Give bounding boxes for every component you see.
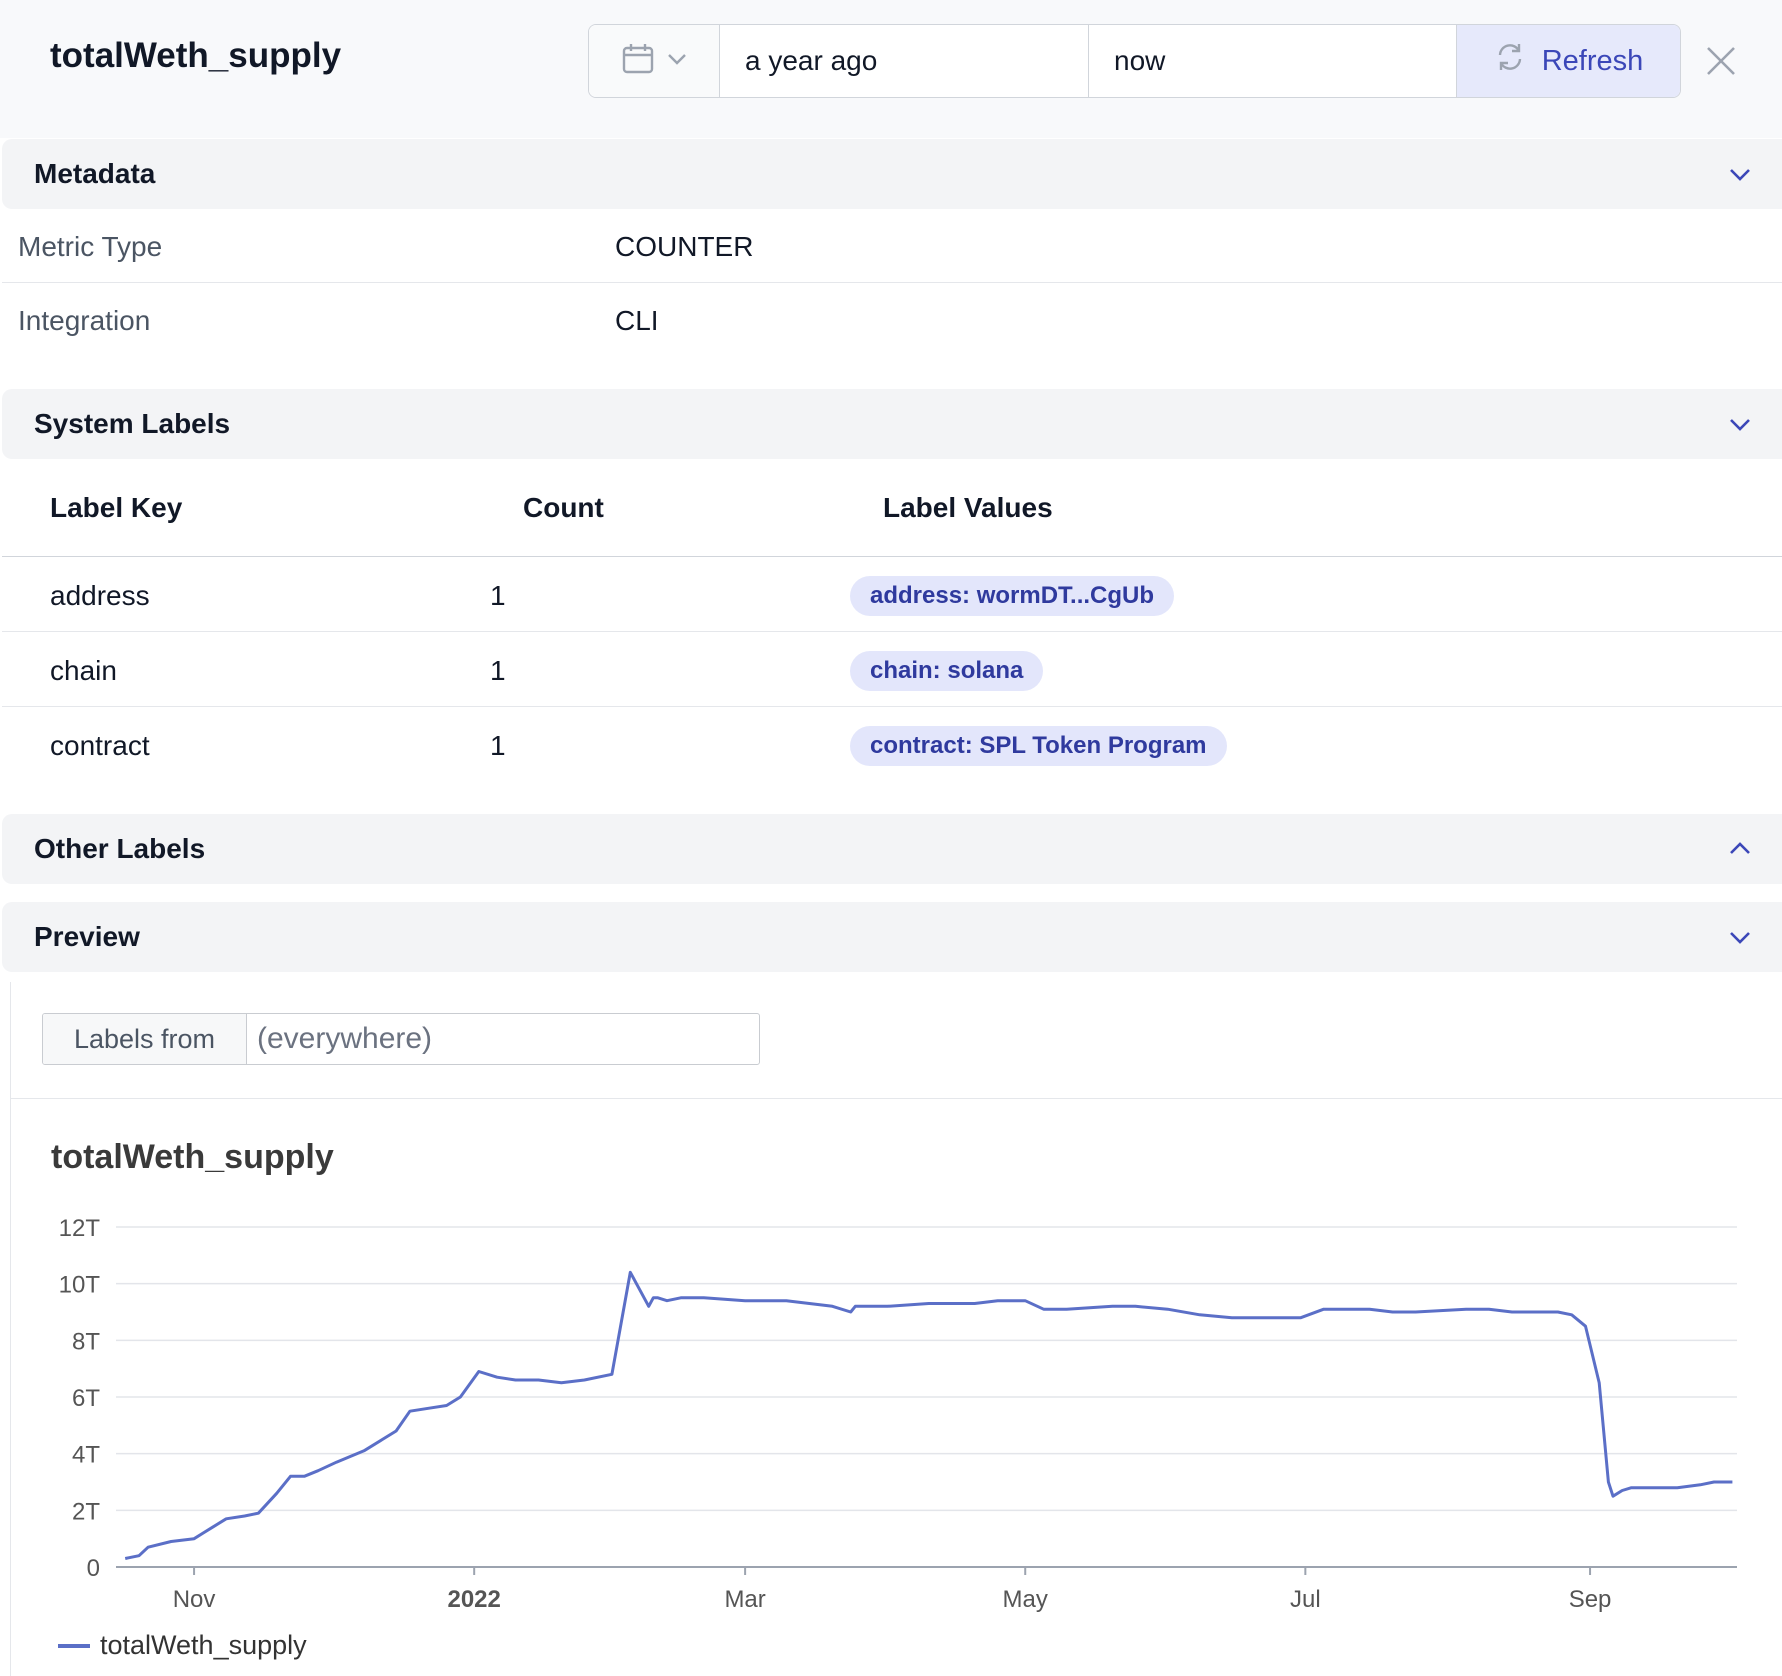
y-tick-label: 10T (59, 1272, 101, 1299)
metadata-key: Integration (18, 305, 151, 336)
labels-from-filter: Labels from (everywhere) (42, 1013, 760, 1065)
label-key-cell: address (50, 580, 150, 611)
metadata-row: Integration CLI (2, 285, 1782, 357)
chevron-down-icon (667, 52, 687, 71)
preview-section-header[interactable]: Preview (2, 902, 1782, 972)
metadata-row: Metric Type COUNTER (2, 211, 1782, 283)
chevron-down-icon (1728, 924, 1752, 956)
system-labels-section-header[interactable]: System Labels (2, 389, 1782, 459)
chevron-down-icon (1728, 411, 1752, 443)
labels-from-label: Labels from (43, 1014, 247, 1064)
metadata-value: COUNTER (615, 231, 754, 262)
row-divider (2, 631, 1782, 632)
y-tick-label: 6T (72, 1385, 100, 1412)
label-key-cell: contract (50, 730, 150, 761)
range-end-input[interactable]: now (1089, 25, 1457, 97)
preview-divider (10, 1098, 1782, 1099)
chart-title: totalWeth_supply (51, 1138, 334, 1176)
y-tick-label: 12T (59, 1215, 101, 1242)
y-tick-label: 0 (87, 1555, 100, 1582)
range-start-input[interactable]: a year ago (720, 25, 1089, 97)
table-header-divider (2, 556, 1782, 557)
y-tick-label: 4T (72, 1442, 100, 1469)
refresh-button[interactable]: Refresh (1457, 25, 1680, 97)
label-value-pill[interactable]: address: wormDT...CgUb (850, 576, 1175, 616)
column-header-count[interactable]: Count (523, 492, 604, 524)
row-divider (2, 706, 1782, 707)
label-value-pill[interactable]: contract: SPL Token Program (850, 726, 1227, 766)
y-tick-label: 8T (72, 1328, 100, 1355)
section-title: Metadata (34, 158, 156, 189)
section-title: System Labels (34, 408, 231, 439)
x-tick-label: Nov (173, 1586, 216, 1613)
other-labels-section-header[interactable]: Other Labels (2, 814, 1782, 884)
y-tick-label: 2T (72, 1498, 100, 1525)
x-tick-label: 2022 (447, 1586, 500, 1613)
series-line (124, 1270, 1733, 1560)
refresh-label: Refresh (1541, 44, 1644, 77)
chart-legend[interactable]: totalWeth_supply (58, 1630, 307, 1661)
legend-label: totalWeth_supply (100, 1630, 307, 1660)
label-key-cell: chain (50, 655, 117, 686)
refresh-icon (1494, 41, 1526, 81)
close-icon (1707, 47, 1735, 75)
metadata-section-header[interactable]: Metadata (2, 139, 1782, 209)
legend-swatch (58, 1643, 90, 1648)
chevron-up-icon (1728, 836, 1752, 868)
time-range-picker: a year ago now Refresh (588, 24, 1681, 98)
calendar-icon (621, 42, 655, 81)
column-header-label-values[interactable]: Label Values (883, 492, 1053, 524)
x-tick-label: May (1003, 1586, 1048, 1613)
close-button[interactable] (1704, 44, 1738, 78)
labels-from-input[interactable]: (everywhere) (247, 1014, 759, 1064)
column-header-label-key[interactable]: Label Key (50, 492, 182, 524)
label-value-pill[interactable]: chain: solana (850, 651, 1044, 691)
line-chart: 0 2T 4T 6T 8T 10T 12T Nov 2022 Mar May Jul Sep (59, 1215, 1737, 1613)
x-tick-label: Jul (1290, 1586, 1321, 1613)
section-title: Other Labels (34, 833, 206, 864)
x-tick-label: Mar (724, 1586, 765, 1613)
chevron-down-icon (1728, 161, 1752, 193)
metadata-key: Metric Type (18, 231, 163, 262)
page-title: totalWeth_supply (50, 36, 342, 75)
section-title: Preview (34, 921, 140, 952)
count-cell: 1 (490, 580, 506, 611)
metadata-value: CLI (615, 305, 659, 336)
count-cell: 1 (490, 655, 506, 686)
x-tick-label: Sep (1569, 1586, 1612, 1613)
date-preset-dropdown[interactable] (589, 25, 720, 97)
row-divider (2, 282, 1782, 283)
count-cell: 1 (490, 730, 506, 761)
